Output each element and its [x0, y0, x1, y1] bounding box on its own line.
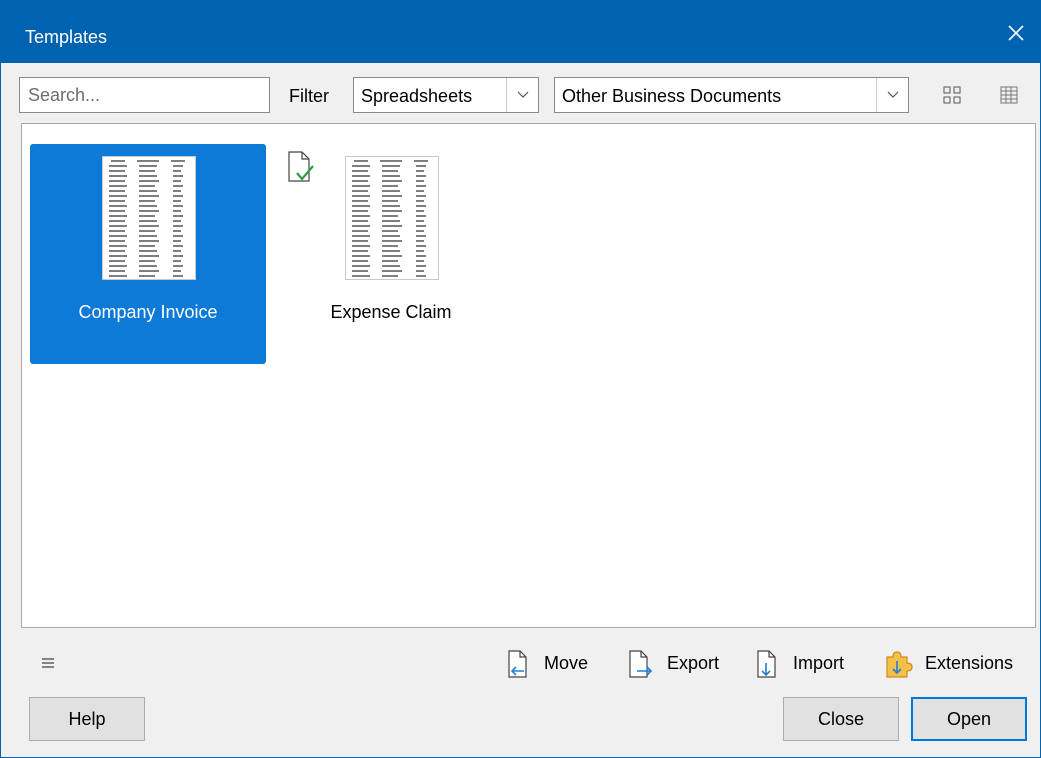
close-icon[interactable]	[1002, 19, 1030, 47]
type-filter-dropdown[interactable]: Spreadsheets	[353, 77, 539, 113]
search-input[interactable]	[19, 77, 270, 113]
template-thumbnail	[345, 156, 439, 280]
move-icon	[504, 649, 530, 679]
category-filter-dropdown[interactable]: Other Business Documents	[554, 77, 909, 113]
extensions-action[interactable]: Extensions	[883, 647, 1033, 679]
templates-dialog: Templates Filter Spreadsheets Other Busi…	[0, 0, 1041, 758]
import-action[interactable]: Import	[753, 647, 863, 679]
open-button[interactable]: Open	[911, 697, 1027, 741]
template-item[interactable]: Expense Claim	[273, 144, 509, 364]
move-action[interactable]: Move	[504, 647, 604, 679]
thumbnail-view-icon[interactable]	[938, 81, 966, 109]
chevron-down-icon[interactable]	[506, 78, 538, 112]
category-filter-value: Other Business Documents	[562, 86, 782, 106]
template-item[interactable]: Company Invoice	[30, 144, 266, 364]
export-action[interactable]: Export	[627, 647, 737, 679]
list-view-icon[interactable]	[995, 81, 1023, 109]
import-label: Import	[793, 653, 845, 673]
export-label: Export	[667, 653, 720, 673]
template-name: Company Invoice	[78, 302, 218, 322]
extensions-label: Extensions	[925, 653, 1014, 673]
move-label: Move	[544, 653, 589, 673]
template-thumbnail	[102, 156, 196, 280]
template-name: Expense Claim	[330, 302, 452, 322]
spreadsheet-preview-icon	[352, 160, 428, 277]
filter-label: Filter	[289, 86, 329, 106]
template-view: Company Invoice Expense Claim	[21, 123, 1036, 628]
hamburger-menu-icon[interactable]	[39, 653, 59, 673]
dialog-title: Templates	[25, 27, 108, 47]
puzzle-piece-icon	[883, 649, 913, 679]
import-icon	[753, 649, 779, 679]
export-icon	[627, 649, 653, 679]
type-filter-value: Spreadsheets	[361, 86, 473, 106]
close-button[interactable]: Close	[783, 697, 899, 741]
title-bar: Templates	[1, 1, 1040, 63]
chevron-down-icon[interactable]	[876, 78, 908, 112]
spreadsheet-preview-icon	[109, 160, 185, 277]
help-button[interactable]: Help	[29, 697, 145, 741]
